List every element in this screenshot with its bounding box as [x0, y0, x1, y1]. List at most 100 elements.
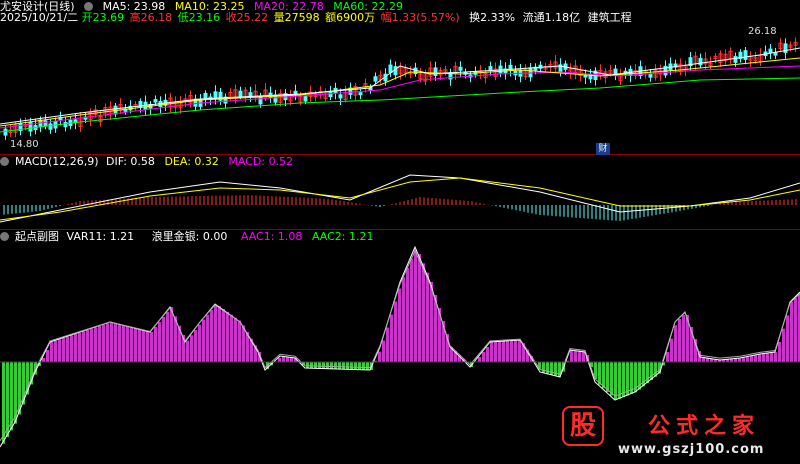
indicator-bar — [362, 362, 365, 370]
indicator-bar — [122, 325, 125, 362]
indicator-bar — [106, 323, 109, 362]
indicator-bar — [234, 317, 237, 362]
candle-body — [43, 120, 48, 126]
financial-report-marker[interactable]: 财 — [596, 143, 610, 155]
candle-body — [373, 76, 378, 82]
watermark-logo: 股 公式之家 www.gszj100.com — [558, 402, 798, 462]
macd-title[interactable]: MACD(12,26,9) — [15, 155, 99, 168]
indicator-bar — [154, 327, 157, 362]
indicator-bar — [682, 315, 685, 362]
indicator-bar — [602, 362, 605, 389]
indicator-bar — [222, 309, 225, 362]
industry-label[interactable]: 建筑工程 — [588, 11, 632, 24]
indicator-bar — [502, 341, 505, 362]
indicator-bar — [62, 338, 65, 362]
indicator-bar — [366, 362, 369, 370]
candle-body — [733, 56, 738, 63]
indicator-bar — [218, 306, 221, 362]
price-high-label: 26.18 — [748, 26, 777, 37]
indicator-bar — [342, 362, 345, 370]
indicator-bar — [622, 362, 625, 398]
indicator-bar — [494, 341, 497, 362]
indicator-bar — [486, 347, 489, 362]
indicator-bar — [770, 352, 773, 362]
indicator-bar — [794, 298, 797, 362]
indicator-bar — [390, 314, 393, 362]
indicator-bar — [766, 353, 769, 362]
indicator-bar — [614, 362, 617, 400]
indicator-bar — [334, 362, 337, 369]
candle-body — [48, 123, 53, 130]
var11-label: VAR11: 1.21 — [66, 230, 135, 243]
logo-url: www.gszj100.com — [618, 442, 765, 457]
indicator-bar — [326, 362, 329, 369]
indicator-bar — [314, 362, 317, 369]
indicator-bar — [610, 362, 613, 396]
indicator-bar — [198, 324, 201, 362]
indicator-bar — [82, 331, 85, 362]
indicator-bar — [382, 340, 385, 362]
dea-label: DEA: 0.32 — [164, 155, 219, 168]
indicator-bar — [394, 301, 397, 362]
candle-body — [743, 50, 748, 60]
settings-icon[interactable] — [84, 2, 94, 11]
indicator-bar — [498, 341, 501, 362]
indicator-bar — [338, 362, 341, 370]
indicator-bar — [350, 362, 353, 370]
indicator-bar — [414, 249, 417, 362]
indicator-bar — [214, 305, 217, 362]
indicator-bar — [186, 340, 189, 362]
candle-body — [768, 48, 773, 53]
indicator-bar — [790, 302, 793, 362]
indicator-title[interactable]: 起点副图 — [15, 230, 59, 243]
indicator-bar — [238, 320, 241, 362]
indicator-bar — [226, 311, 229, 362]
indicator-bar — [750, 356, 753, 362]
float-label: 流通1.18亿 — [522, 11, 581, 24]
indicator-bar — [354, 362, 357, 370]
indicator-bar — [78, 332, 81, 362]
indicator-bar — [74, 334, 77, 362]
settings-icon[interactable] — [0, 232, 9, 241]
aac1-label: AAC1: 1.08 — [240, 230, 303, 243]
indicator-bar — [358, 362, 361, 370]
indicator-bar — [126, 326, 129, 362]
indicator-bar — [666, 352, 669, 362]
indicator-bar — [418, 254, 421, 362]
settings-icon[interactable] — [0, 157, 9, 166]
indicator-bar — [98, 326, 101, 362]
indicator-bar — [278, 357, 281, 362]
indicator-bar — [582, 351, 585, 362]
indicator-bar — [422, 263, 425, 362]
indicator-bar — [674, 325, 677, 362]
indicator-bar — [346, 362, 349, 370]
indicator-bar — [170, 307, 173, 362]
indicator-bar — [134, 328, 137, 362]
indicator-bar — [130, 327, 133, 362]
indicator-bar — [150, 332, 153, 362]
indicator-bar — [606, 362, 609, 392]
indicator-bar — [734, 358, 737, 362]
indicator-bar — [478, 357, 481, 362]
indicator-bar — [206, 314, 209, 362]
indicator-bar — [746, 356, 749, 362]
logo-title: 公式之家 — [648, 414, 761, 439]
indicator-bar — [386, 327, 389, 362]
change-label: 幅1.33(5.57%) — [380, 11, 460, 24]
indicator-bar — [282, 356, 285, 362]
dif-line — [0, 174, 800, 223]
indicator-bar — [194, 330, 197, 362]
indicator-bar — [94, 327, 97, 362]
indicator-bar — [426, 272, 429, 362]
low-label: 低23.16 — [177, 11, 221, 24]
indicator-bar — [774, 352, 777, 362]
indicator-bar — [406, 268, 409, 362]
indicator-bar — [402, 277, 405, 362]
indicator-bar — [574, 350, 577, 362]
indicator-bar — [138, 329, 141, 362]
candle-body — [238, 90, 243, 97]
candle-body — [648, 73, 653, 78]
indicator-bar — [578, 351, 581, 362]
indicator-bar — [778, 342, 781, 362]
indicator-bar — [54, 340, 57, 362]
